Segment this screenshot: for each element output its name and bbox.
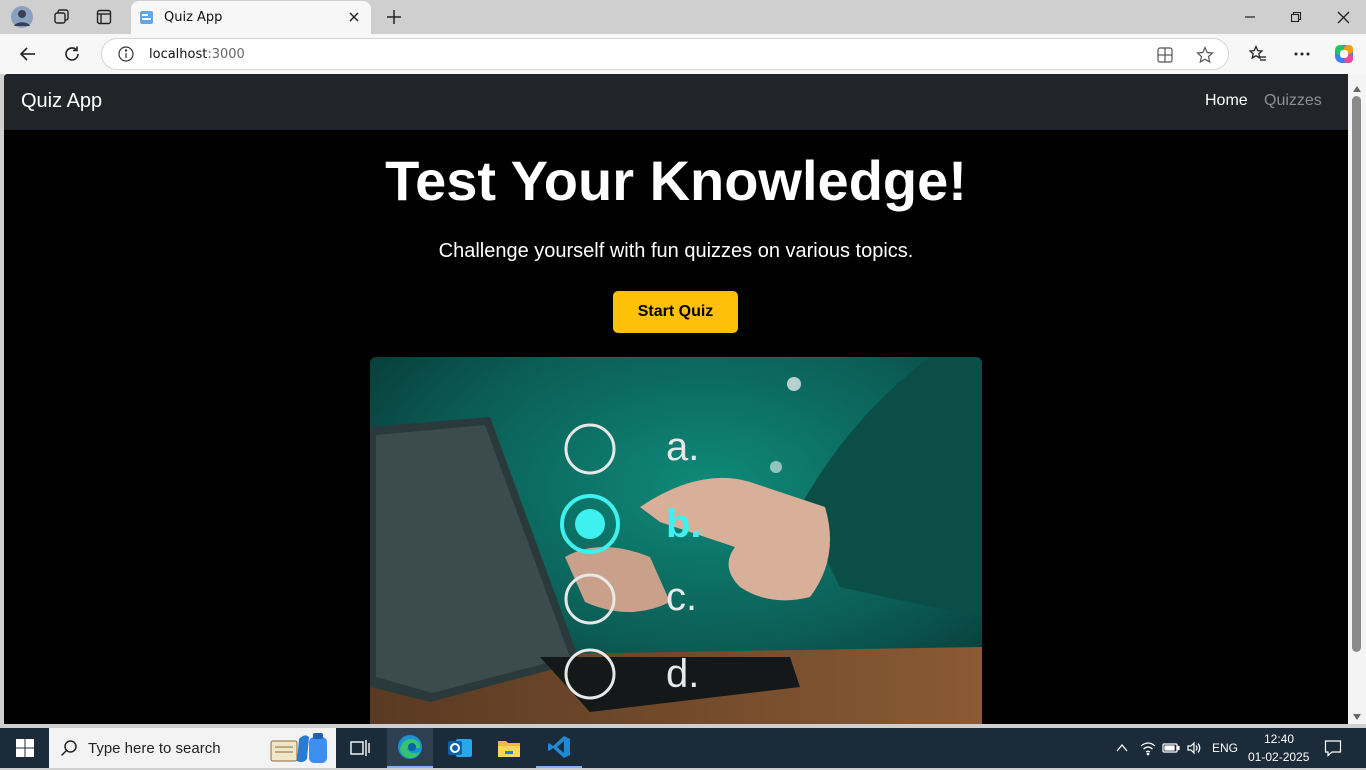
notifications-icon[interactable] (1324, 739, 1342, 757)
option-c-label: c. (666, 575, 697, 619)
scroll-up-icon[interactable] (1352, 80, 1362, 92)
option-a-label: a. (666, 425, 699, 469)
more-options-icon[interactable] (1290, 42, 1314, 66)
nav-link-home[interactable]: Home (1205, 92, 1248, 110)
tab-title: Quiz App (164, 10, 223, 25)
option-d-label: d. (666, 652, 699, 696)
task-view-icon[interactable] (337, 728, 383, 768)
search-icon (60, 739, 78, 757)
battery-icon[interactable] (1162, 741, 1180, 755)
browser-tab-strip: Quiz App (0, 0, 1366, 34)
split-screen-icon[interactable] (1156, 46, 1174, 64)
workspaces-icon[interactable] (50, 5, 74, 29)
close-tab-icon[interactable] (347, 10, 361, 24)
windows-start-icon[interactable] (2, 728, 48, 768)
wifi-icon[interactable] (1140, 740, 1156, 756)
favorites-icon[interactable] (1246, 42, 1270, 66)
clock-time[interactable]: 12:40 (1264, 732, 1294, 746)
browser-toolbar: localhost:3000 (0, 34, 1366, 74)
taskbar: Type here to search ENG 12:40 01-02-2025 (0, 728, 1366, 768)
navbar-brand[interactable]: Quiz App (21, 90, 102, 113)
hero-subtitle: Challenge yourself with fun quizzes on v… (438, 240, 914, 262)
page-scrollbar[interactable] (1348, 74, 1366, 724)
copilot-icon[interactable] (1331, 41, 1357, 67)
option-b-label: b. (666, 502, 702, 546)
edge-taskbar-icon[interactable] (387, 728, 433, 768)
refresh-icon[interactable] (60, 42, 84, 66)
back-icon[interactable] (16, 42, 40, 66)
url-host: localhost (149, 47, 208, 62)
hero-title: Test Your Knowledge! (385, 149, 967, 212)
url-port: :3000 (207, 47, 245, 62)
search-highlight-icon (265, 731, 331, 765)
restore-icon[interactable] (1284, 5, 1308, 29)
hero-image: a. b. c. d. (370, 357, 982, 724)
address-bar[interactable]: localhost:3000 (101, 38, 1229, 70)
show-hidden-icons-icon[interactable] (1115, 741, 1129, 755)
tab-favicon-icon (139, 10, 154, 25)
volume-icon[interactable] (1186, 740, 1202, 756)
vscode-taskbar-icon[interactable] (536, 728, 582, 768)
page-viewport: Quiz App Home Quizzes Test Your Knowledg… (4, 74, 1348, 724)
profile-avatar[interactable] (8, 4, 36, 30)
tab-actions-icon[interactable] (92, 5, 116, 29)
outlook-taskbar-icon[interactable] (437, 728, 483, 768)
navbar: Quiz App Home Quizzes (4, 74, 1348, 130)
site-info-icon[interactable] (118, 46, 134, 62)
tab-quiz-app[interactable]: Quiz App (131, 1, 371, 34)
clock-date[interactable]: 01-02-2025 (1248, 750, 1309, 764)
taskbar-search[interactable]: Type here to search (49, 728, 336, 768)
start-quiz-button[interactable]: Start Quiz (613, 291, 738, 333)
new-tab-icon[interactable] (382, 5, 406, 29)
favorite-star-icon[interactable] (1196, 46, 1214, 64)
close-window-icon[interactable] (1331, 5, 1355, 29)
minimize-icon[interactable] (1238, 5, 1262, 29)
nav-link-quizzes[interactable]: Quizzes (1264, 92, 1322, 110)
input-language[interactable]: ENG (1212, 741, 1238, 755)
scroll-down-icon[interactable] (1352, 708, 1362, 720)
scroll-thumb[interactable] (1352, 96, 1361, 652)
search-placeholder: Type here to search (88, 740, 221, 757)
file-explorer-taskbar-icon[interactable] (486, 728, 532, 768)
